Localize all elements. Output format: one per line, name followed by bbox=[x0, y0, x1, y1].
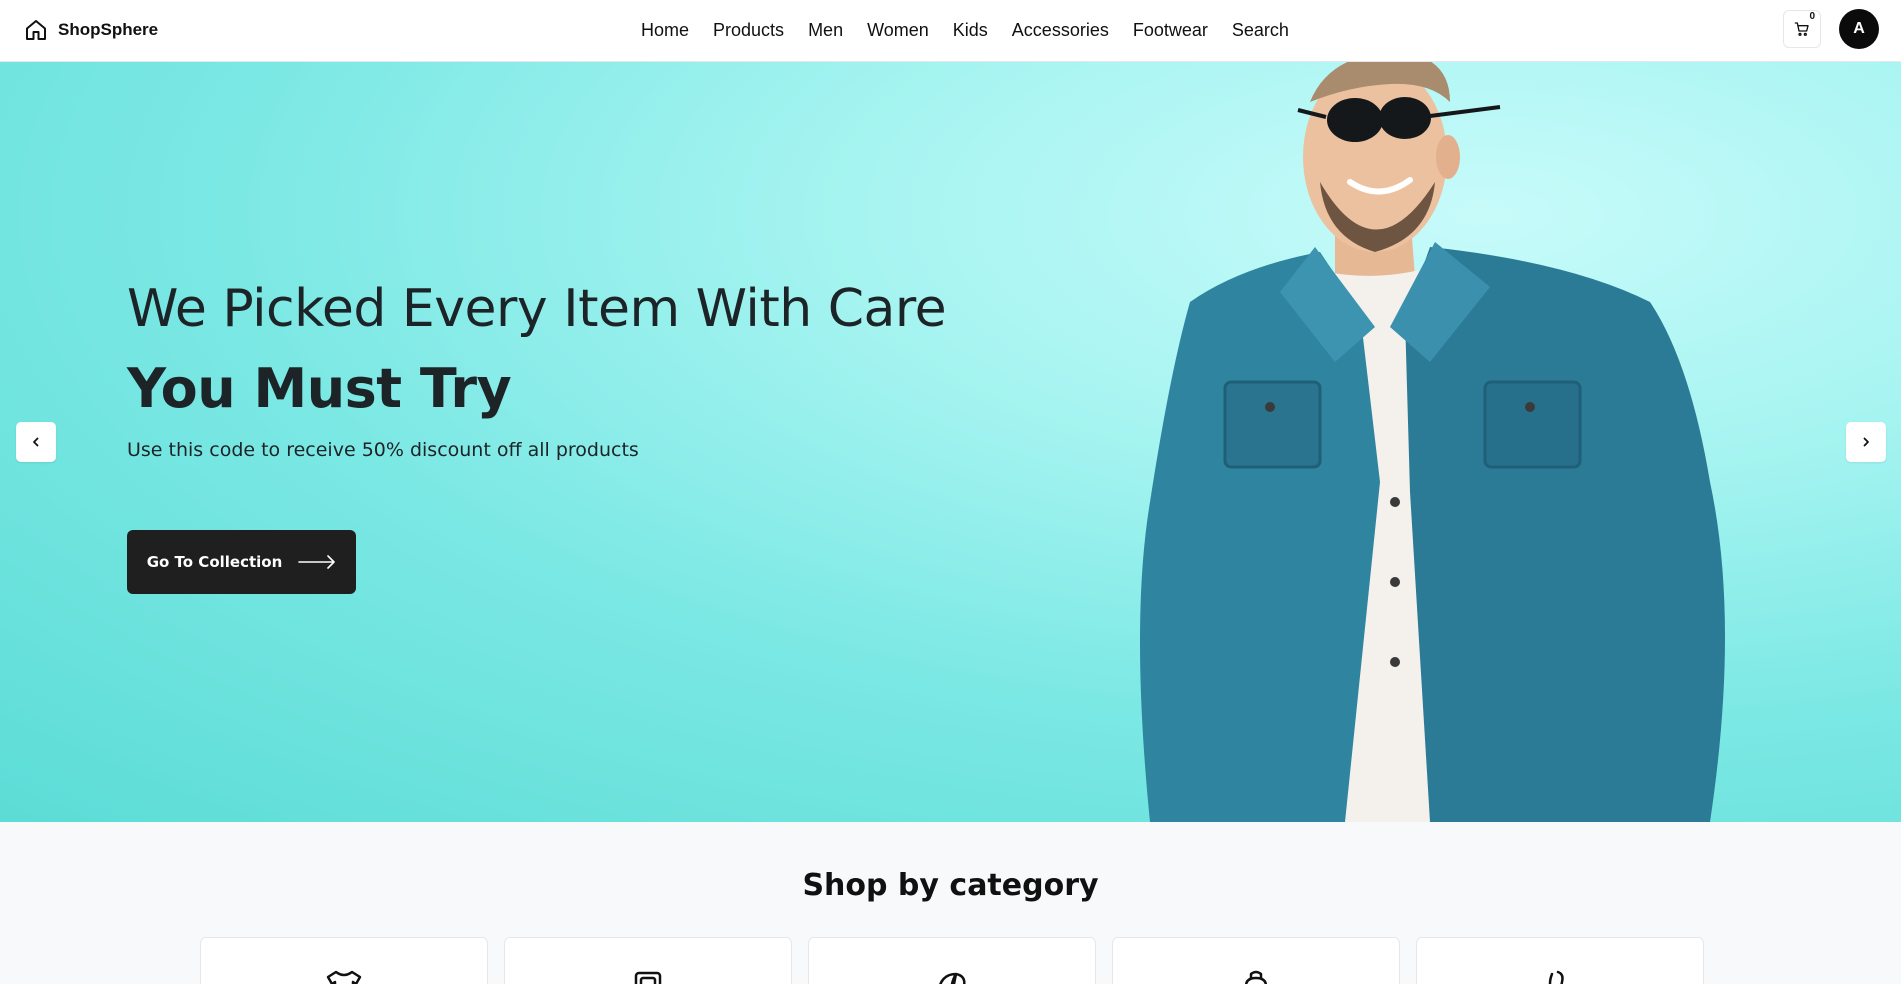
brand-logo[interactable]: ShopSphere bbox=[24, 17, 158, 43]
top-nav-bar: ShopSphere Home Products Men Women Kids … bbox=[0, 0, 1901, 62]
shirt-icon bbox=[326, 970, 362, 984]
main-nav: Home Products Men Women Kids Accessories… bbox=[641, 17, 1289, 43]
go-to-collection-label: Go To Collection bbox=[146, 553, 283, 571]
category-card-hats[interactable] bbox=[808, 937, 1096, 984]
nav-kids[interactable]: Kids bbox=[953, 20, 988, 41]
backpack-icon bbox=[1244, 970, 1268, 984]
category-card-shirts[interactable] bbox=[200, 937, 488, 984]
cart-button[interactable]: 0 bbox=[1783, 10, 1821, 48]
hat-icon bbox=[939, 972, 966, 984]
nav-home[interactable]: Home bbox=[641, 20, 689, 41]
hero-heading: We Picked Every Item With Care bbox=[127, 279, 947, 339]
chevron-right-icon bbox=[1863, 437, 1869, 447]
category-card-footwear[interactable] bbox=[1416, 937, 1704, 984]
category-card-bags[interactable] bbox=[1112, 937, 1400, 984]
carousel-prev-button[interactable] bbox=[16, 422, 56, 462]
nav-men[interactable]: Men bbox=[808, 20, 843, 41]
nav-accessories[interactable]: Accessories bbox=[1012, 20, 1109, 41]
arrow-right-icon bbox=[298, 555, 336, 569]
hero-subheading: You Must Try bbox=[127, 357, 512, 420]
nav-search[interactable]: Search bbox=[1232, 20, 1289, 41]
user-avatar[interactable]: A bbox=[1839, 9, 1879, 49]
camera-icon bbox=[634, 971, 662, 984]
cart-icon bbox=[1794, 22, 1809, 36]
nav-women[interactable]: Women bbox=[867, 20, 929, 41]
go-to-collection-button[interactable]: Go To Collection bbox=[127, 530, 356, 594]
category-card-electronics[interactable] bbox=[504, 937, 792, 984]
home-icon bbox=[26, 20, 46, 40]
hero-banner: We Picked Every Item With Care You Must … bbox=[0, 62, 1901, 822]
section-title-shop-by-category: Shop by category bbox=[802, 868, 1099, 903]
hero-description: Use this code to receive 50% discount of… bbox=[127, 439, 639, 461]
brand-name: ShopSphere bbox=[58, 20, 159, 39]
shoe-icon bbox=[1548, 970, 1564, 984]
hero-model-image bbox=[1140, 62, 1725, 822]
category-list bbox=[200, 937, 1704, 984]
chevron-left-icon bbox=[33, 437, 39, 447]
carousel-next-button[interactable] bbox=[1846, 422, 1886, 462]
cart-count-badge: 0 bbox=[1809, 11, 1815, 22]
hero-text: We Picked Every Item With Care You Must … bbox=[127, 277, 1027, 461]
nav-products[interactable]: Products bbox=[713, 20, 784, 41]
nav-footwear[interactable]: Footwear bbox=[1133, 20, 1208, 41]
